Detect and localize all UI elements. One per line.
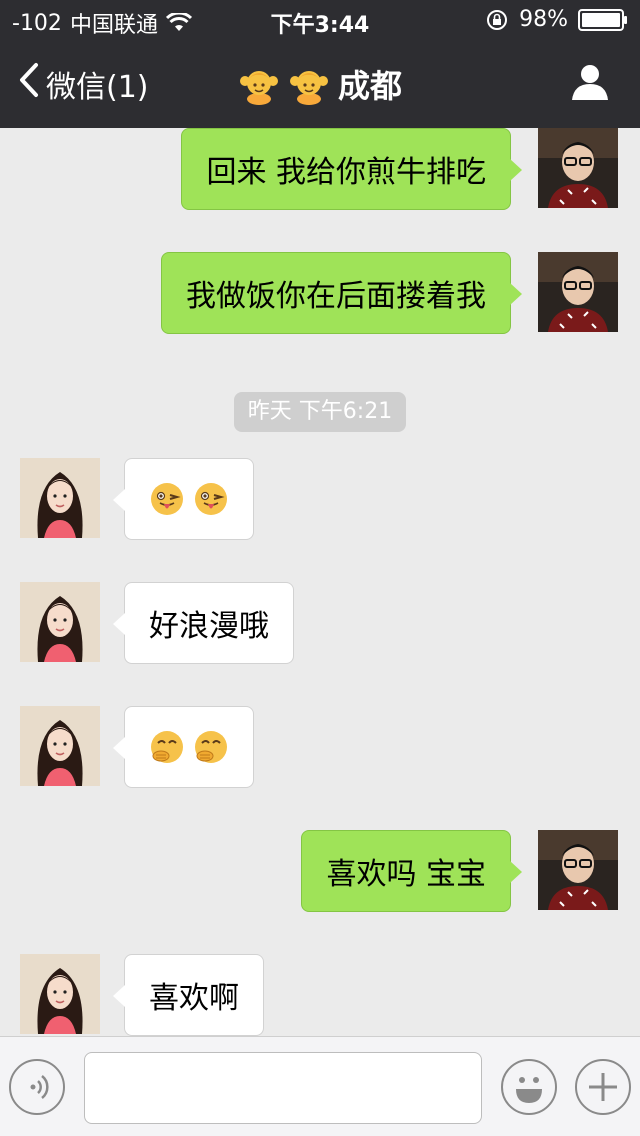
status-right: 98% bbox=[485, 7, 628, 32]
avatar[interactable] bbox=[538, 830, 618, 910]
smiley-icon bbox=[503, 1077, 555, 1117]
contact-profile-button[interactable] bbox=[570, 62, 610, 106]
avatar[interactable] bbox=[538, 128, 618, 208]
message-text: 喜欢啊 bbox=[149, 981, 239, 1016]
input-bar bbox=[0, 1036, 640, 1136]
avatar[interactable] bbox=[20, 458, 100, 538]
chat-title-text: 成都 bbox=[337, 67, 402, 105]
chat-title: 成都 bbox=[0, 62, 640, 106]
message-text: 喜欢吗 宝宝 bbox=[326, 857, 486, 892]
chat-area[interactable]: 回来 我给你煎牛排吃 我做饭你在后面搂着我 昨天 下午6:21 好浪漫哦 喜欢吗… bbox=[0, 128, 640, 1036]
status-bar: -102 中国联通 下午3:44 98% bbox=[0, 0, 640, 40]
winking-tongue-emoji-icon bbox=[193, 481, 229, 517]
girl-emoji-icon bbox=[238, 63, 280, 105]
incoming-message-bubble[interactable]: 好浪漫哦 bbox=[113, 582, 294, 664]
avatar[interactable] bbox=[538, 252, 618, 332]
rotation-lock-icon bbox=[485, 8, 509, 32]
top-bar: -102 中国联通 下午3:44 98% 微信(1) 成都 bbox=[0, 0, 640, 128]
incoming-message-bubble[interactable]: 喜欢啊 bbox=[113, 954, 264, 1036]
incoming-message-bubble[interactable] bbox=[113, 706, 254, 788]
avatar[interactable] bbox=[20, 706, 100, 786]
incoming-message-bubble[interactable] bbox=[113, 458, 254, 540]
girl-emoji-icon bbox=[288, 63, 330, 105]
emoji-button[interactable] bbox=[501, 1059, 557, 1115]
battery-percent: 98% bbox=[519, 7, 568, 32]
outgoing-message-bubble[interactable]: 回来 我给你煎牛排吃 bbox=[181, 128, 522, 210]
message-text: 我做饭你在后面搂着我 bbox=[186, 279, 486, 314]
message-text: 回来 我给你煎牛排吃 bbox=[206, 155, 486, 190]
outgoing-message-bubble[interactable]: 我做饭你在后面搂着我 bbox=[161, 252, 522, 334]
avatar[interactable] bbox=[20, 954, 100, 1034]
voice-input-button[interactable] bbox=[9, 1059, 65, 1115]
navigation-bar: 微信(1) 成都 bbox=[0, 40, 640, 128]
giggle-emoji-icon bbox=[193, 729, 229, 765]
person-icon bbox=[570, 65, 610, 106]
timestamp-label: 昨天 下午6:21 bbox=[234, 392, 406, 432]
outgoing-message-bubble[interactable]: 喜欢吗 宝宝 bbox=[301, 830, 522, 912]
winking-tongue-emoji-icon bbox=[149, 481, 185, 517]
more-options-button[interactable] bbox=[575, 1059, 631, 1115]
message-text: 好浪漫哦 bbox=[149, 609, 269, 644]
message-input[interactable] bbox=[84, 1052, 482, 1124]
plus-icon bbox=[577, 1073, 629, 1117]
avatar[interactable] bbox=[20, 582, 100, 662]
battery-icon bbox=[578, 8, 628, 31]
voice-icon bbox=[11, 1075, 63, 1117]
giggle-emoji-icon bbox=[149, 729, 185, 765]
